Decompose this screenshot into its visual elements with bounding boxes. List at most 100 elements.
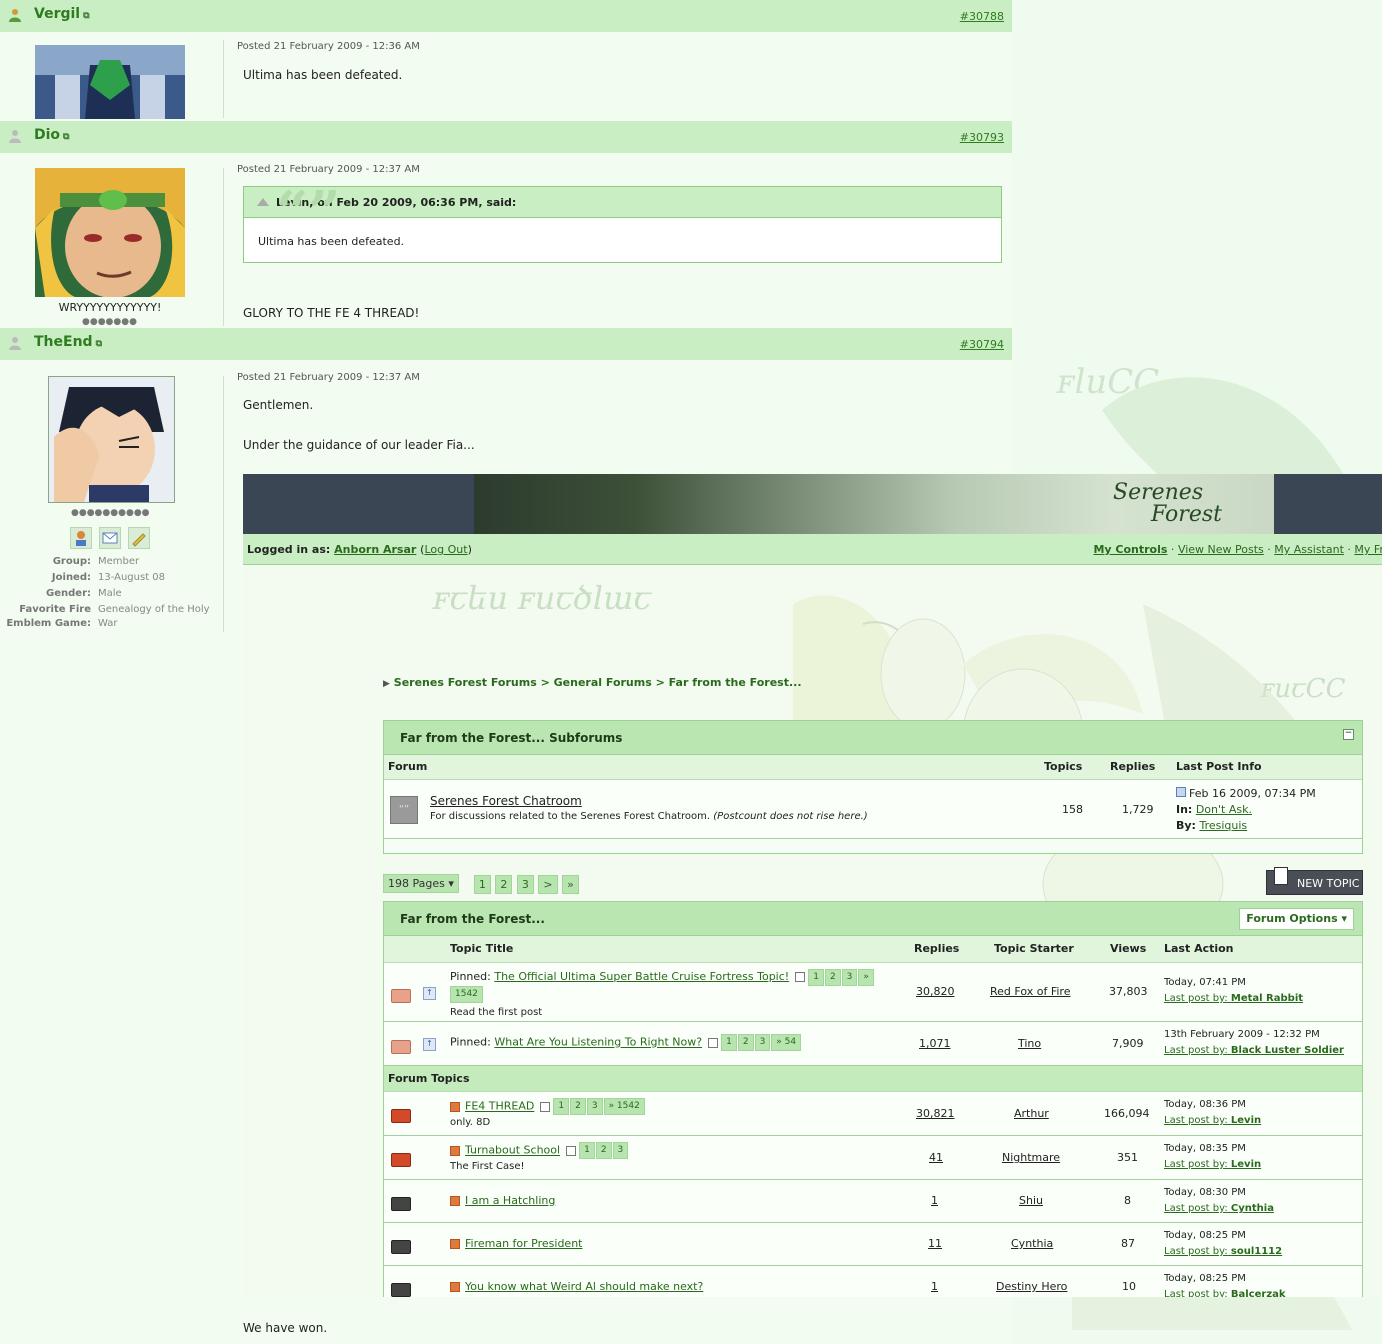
topic-starter-link[interactable]: Red Fox of Fire <box>990 985 1070 998</box>
username-link[interactable]: Anborn Arsar <box>334 543 416 556</box>
external-link-icon[interactable]: ⧉ <box>96 339 102 349</box>
username-text[interactable]: Dio <box>34 127 60 143</box>
replies-link[interactable]: 41 <box>929 1151 943 1164</box>
hot-topic-icon <box>450 1282 460 1292</box>
topic-link[interactable]: What Are You Listening To Right Now? <box>494 1036 702 1049</box>
last-topic-link[interactable]: Don't Ask. <box>1196 803 1252 816</box>
breadcrumb-link[interactable]: Serenes Forest Forums <box>394 676 537 689</box>
last-page-link[interactable]: » <box>562 874 579 894</box>
breadcrumb-link[interactable]: General Forums <box>554 676 652 689</box>
last-poster-link[interactable]: Balcerzak <box>1231 1289 1286 1297</box>
page-link[interactable]: 1 <box>553 1098 570 1115</box>
send-message-icon[interactable] <box>99 527 121 549</box>
page-link[interactable]: 3 <box>516 874 534 894</box>
last-poster-link[interactable]: Metal Rabbit <box>1231 993 1303 1004</box>
folder-icon <box>391 1283 411 1297</box>
page-link[interactable]: 1 <box>579 1142 595 1159</box>
breadcrumb-link[interactable]: Far from the Forest... <box>669 676 802 689</box>
post-number-link[interactable]: #30788 <box>960 10 1004 23</box>
username-text[interactable]: TheEnd <box>34 334 93 350</box>
my-friends-link[interactable]: My Fri <box>1354 543 1382 556</box>
topic-starter-link[interactable]: Tino <box>1018 1037 1041 1050</box>
last-poster-link[interactable]: soul1112 <box>1231 1246 1282 1257</box>
post-number-link[interactable]: #30793 <box>960 131 1004 144</box>
external-link-icon[interactable]: ⧉ <box>83 11 89 21</box>
topic-starter-link[interactable]: Cynthia <box>1011 1237 1053 1250</box>
last-poster-link[interactable]: Cynthia <box>1231 1203 1274 1214</box>
view-new-posts-link[interactable]: View New Posts <box>1178 543 1264 556</box>
replies-link[interactable]: 1 <box>931 1280 938 1293</box>
new-topic-button[interactable]: NEW TOPIC <box>1266 867 1363 895</box>
page-link[interactable]: 3 <box>841 968 858 986</box>
page-link[interactable]: » 54 <box>771 1034 802 1051</box>
page-link[interactable]: 2 <box>824 968 841 986</box>
last-post-by[interactable]: Last post by: Cynthia <box>1164 1203 1274 1214</box>
avatar <box>48 376 175 503</box>
page-link[interactable]: 1542 <box>450 986 483 1003</box>
page-link[interactable]: 3 <box>586 1098 603 1115</box>
replies-link[interactable]: 30,821 <box>916 1107 955 1120</box>
post-number-link[interactable]: #30794 <box>960 338 1004 351</box>
last-post-by[interactable]: Last post by: Black Luster Soldier <box>1164 1045 1344 1056</box>
last-post-by[interactable]: Last post by: Levin <box>1164 1115 1261 1126</box>
username[interactable]: Vergil ⧉ <box>34 6 90 22</box>
logout-link[interactable]: Log Out <box>424 543 467 556</box>
subforum-link[interactable]: Serenes Forest Chatroom <box>430 794 582 808</box>
subforums-table: Far from the Forest... Subforums − Forum… <box>383 720 1363 854</box>
pages-dropdown[interactable]: 198 Pages ▾ <box>383 874 459 893</box>
page-link[interactable]: 3 <box>754 1034 771 1051</box>
last-post-by[interactable]: Last post by: Levin <box>1164 1159 1261 1170</box>
replies-link[interactable]: 30,820 <box>916 985 955 998</box>
page-link[interactable]: 2 <box>570 1098 586 1115</box>
last-post-by[interactable]: Last post by: soul1112 <box>1164 1246 1282 1257</box>
my-controls-link[interactable]: My Controls <box>1093 543 1167 556</box>
last-poster-link[interactable]: Black Luster Soldier <box>1231 1045 1344 1056</box>
replies-link[interactable]: 1,071 <box>919 1037 951 1050</box>
page-link[interactable]: 3 <box>612 1142 629 1159</box>
next-page-link[interactable]: > <box>538 874 558 894</box>
topic-link[interactable]: You know what Weird Al should make next? <box>465 1280 703 1293</box>
topic-link[interactable]: I am a Hatchling <box>465 1194 555 1207</box>
username[interactable]: Dio ⧉ <box>34 127 69 143</box>
page-link[interactable]: 1 <box>808 968 824 986</box>
username[interactable]: TheEnd ⧉ <box>34 334 102 350</box>
last-post-icon[interactable] <box>1176 787 1186 797</box>
my-assistant-link[interactable]: My Assistant <box>1274 543 1344 556</box>
page-link[interactable]: 2 <box>595 1142 612 1159</box>
last-poster-link[interactable]: Levin <box>1231 1159 1261 1170</box>
last-post-by[interactable]: Last post by: Balcerzak <box>1164 1289 1286 1297</box>
external-link-icon[interactable]: ⧉ <box>63 132 69 142</box>
collapse-icon[interactable]: − <box>1343 729 1354 740</box>
site-logo[interactable]: Serenes Forest <box>1113 482 1222 526</box>
page-link[interactable]: » <box>858 968 874 986</box>
topic-link[interactable]: Fireman for President <box>465 1237 583 1250</box>
page-link[interactable]: 1 <box>721 1034 737 1051</box>
page-link[interactable]: 1 <box>473 874 491 894</box>
topic-link[interactable]: Turnabout School <box>465 1144 560 1157</box>
replies-link[interactable]: 11 <box>928 1237 942 1250</box>
last-post-in: In: Don't Ask. <box>1176 803 1252 816</box>
topic-link[interactable]: The Official Ultima Super Battle Cruise … <box>494 970 789 983</box>
topic-starter-link[interactable]: Nightmare <box>1002 1151 1060 1164</box>
profile-label: Gender: <box>46 588 91 599</box>
topic-starter-link[interactable]: Shiu <box>1019 1194 1043 1207</box>
pinned-label: Pinned: <box>450 970 491 983</box>
breadcrumb-arrow-icon: ▶ <box>383 679 390 689</box>
page-link[interactable]: 2 <box>495 874 513 894</box>
edit-icon[interactable] <box>128 527 150 549</box>
last-poster-link[interactable]: Tresiquis <box>1199 819 1247 832</box>
pagination: 198 Pages ▾ 1 2 3 > » <box>383 874 580 894</box>
column-header: Views <box>1110 942 1147 955</box>
page-link[interactable]: 2 <box>737 1034 754 1051</box>
username-text[interactable]: Vergil <box>34 6 80 22</box>
last-post-by[interactable]: Last post by: Metal Rabbit <box>1164 993 1303 1004</box>
avatar-image <box>35 168 185 297</box>
last-poster-link[interactable]: Levin <box>1231 1115 1261 1126</box>
page-link[interactable]: » 1542 <box>603 1098 645 1115</box>
add-friend-icon[interactable] <box>70 527 92 549</box>
replies-link[interactable]: 1 <box>931 1194 938 1207</box>
topic-starter-link[interactable]: Destiny Hero <box>996 1280 1067 1293</box>
topic-starter-link[interactable]: Arthur <box>1014 1107 1049 1120</box>
topic-link[interactable]: FE4 THREAD <box>465 1100 534 1113</box>
forum-options-button[interactable]: Forum Options ▾ <box>1239 908 1354 930</box>
